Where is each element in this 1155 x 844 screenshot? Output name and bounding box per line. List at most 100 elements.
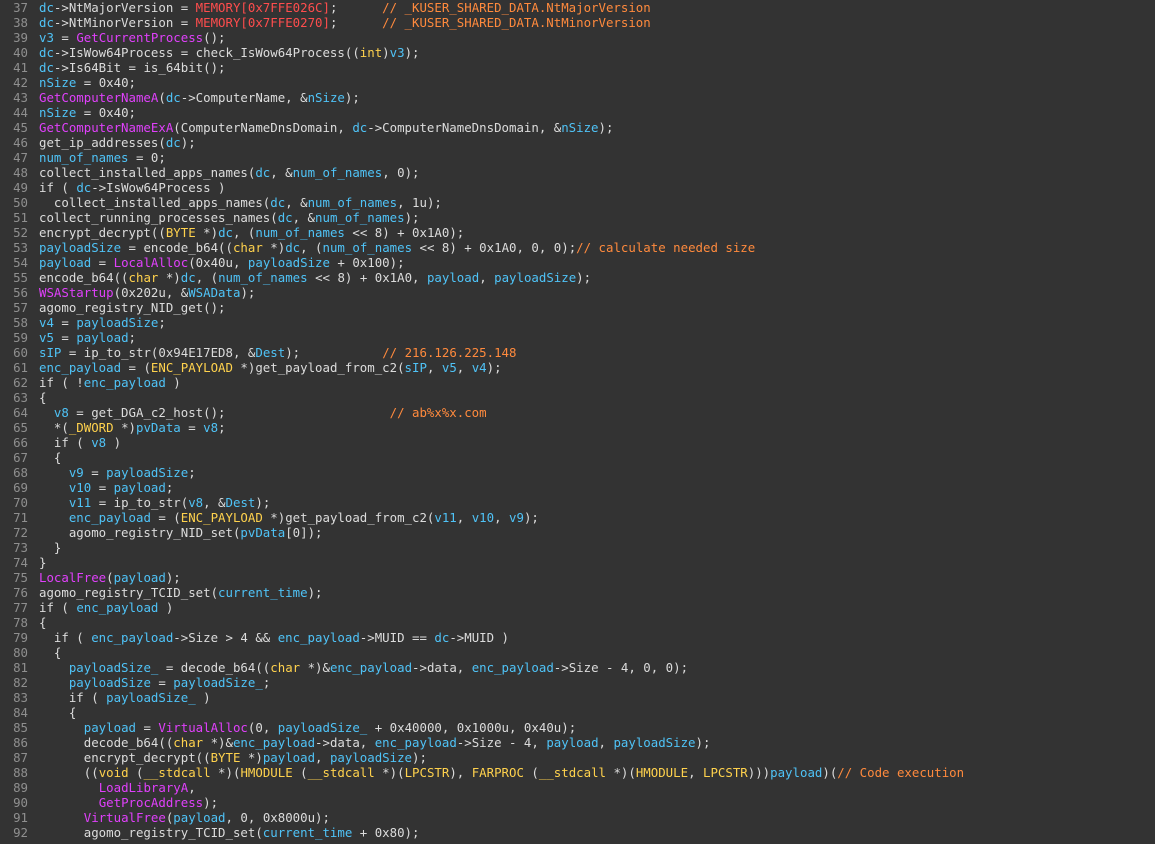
memory-token[interactable]: MEMORY[0x7FFE026C] [196, 0, 330, 15]
variable-token[interactable]: dc [278, 210, 293, 225]
comment-token[interactable]: // _KUSER_SHARED_DATA.NtMajorVersion [382, 0, 651, 15]
type-token[interactable]: void [99, 765, 129, 780]
code-line[interactable]: 48 collect_installed_apps_names(dc, &num_… [0, 165, 1155, 180]
variable-token[interactable]: enc_payload [233, 735, 315, 750]
code-line[interactable]: 52 encrypt_decrypt((BYTE *)dc, (num_of_na… [0, 225, 1155, 240]
variable-token[interactable]: dc [76, 180, 91, 195]
code-line[interactable]: 43 GetComputerNameA(dc->ComputerName, &nS… [0, 90, 1155, 105]
variable-token[interactable]: v4 [472, 360, 487, 375]
variable-token[interactable]: pvData [240, 525, 285, 540]
variable-token[interactable]: v9 [509, 510, 524, 525]
comment-token[interactable]: // ab%x%x.com [390, 405, 487, 420]
code-line[interactable]: 55 encode_b64((char *)dc, (num_of_names <… [0, 270, 1155, 285]
type-token[interactable]: HMODULE [240, 765, 292, 780]
variable-token[interactable]: payload [39, 255, 91, 270]
code-line[interactable]: 71 enc_payload = (ENC_PAYLOAD *)get_payl… [0, 510, 1155, 525]
code-line[interactable]: 59 v5 = payload; [0, 330, 1155, 345]
code-line[interactable]: 44 nSize = 0x40; [0, 105, 1155, 120]
comment-token[interactable]: // _KUSER_SHARED_DATA.NtMinorVersion [382, 15, 651, 30]
code-line[interactable]: 69 v10 = payload; [0, 480, 1155, 495]
code-line[interactable]: 60 sIP = ip_to_str(0x94E17ED8, &Dest); //… [0, 345, 1155, 360]
variable-token[interactable]: payloadSize_ [278, 720, 368, 735]
code-line[interactable]: 45 GetComputerNameExA(ComputerNameDnsDoma… [0, 120, 1155, 135]
api-function-token[interactable]: LocalFree [39, 570, 106, 585]
variable-token[interactable]: enc_payload [330, 660, 412, 675]
variable-token[interactable]: payload [114, 570, 166, 585]
variable-token[interactable]: v9 [69, 465, 84, 480]
type-token[interactable]: char [173, 735, 203, 750]
code-line[interactable]: 82 payloadSize = payloadSize_; [0, 675, 1155, 690]
variable-token[interactable]: num_of_names [293, 165, 383, 180]
code-line[interactable]: 78 { [0, 615, 1155, 630]
code-line[interactable]: 75 LocalFree(payload); [0, 570, 1155, 585]
variable-token[interactable]: enc_payload [39, 360, 121, 375]
variable-token[interactable]: payloadSize [106, 465, 188, 480]
type-token[interactable]: __stdcall [308, 765, 375, 780]
api-function-token[interactable]: VirtualFree [84, 810, 166, 825]
comment-token[interactable]: // Code execution [837, 765, 964, 780]
type-token[interactable]: BYTE [166, 225, 196, 240]
variable-token[interactable]: enc_payload [375, 735, 457, 750]
variable-token[interactable]: payload [114, 480, 166, 495]
code-line[interactable]: 70 v11 = ip_to_str(v8, &Dest); [0, 495, 1155, 510]
api-function-token[interactable]: VirtualAlloc [158, 720, 248, 735]
type-token[interactable]: BYTE [211, 750, 241, 765]
code-line[interactable]: 67 { [0, 450, 1155, 465]
code-line[interactable]: 74} [0, 555, 1155, 570]
variable-token[interactable]: nSize [39, 105, 76, 120]
variable-token[interactable]: nSize [39, 75, 76, 90]
variable-token[interactable]: v8 [91, 435, 106, 450]
api-function-token[interactable]: LocalAlloc [114, 255, 189, 270]
type-token[interactable]: LPCSTR [405, 765, 450, 780]
comment-token[interactable]: // calculate needed size [576, 240, 755, 255]
variable-token[interactable]: v11 [434, 510, 456, 525]
variable-token[interactable]: payloadSize [248, 255, 330, 270]
variable-token[interactable]: dc [166, 135, 181, 150]
variable-token[interactable]: payloadSize_ [69, 660, 159, 675]
code-line[interactable]: 42 nSize = 0x40; [0, 75, 1155, 90]
variable-token[interactable]: v8 [188, 495, 203, 510]
variable-token[interactable]: v3 [39, 30, 54, 45]
variable-token[interactable]: payloadSize [494, 270, 576, 285]
code-line[interactable]: 77 if ( enc_payload ) [0, 600, 1155, 615]
variable-token[interactable]: enc_payload [69, 510, 151, 525]
variable-token[interactable]: v11 [69, 495, 91, 510]
code-line[interactable]: 40 dc->IsWow64Process = check_IsWow64Proc… [0, 45, 1155, 60]
variable-token[interactable]: dc [39, 60, 54, 75]
variable-token[interactable]: current_time [263, 825, 353, 840]
variable-token[interactable]: payload [770, 765, 822, 780]
variable-token[interactable]: payload [173, 810, 225, 825]
variable-token[interactable]: num_of_names [255, 225, 345, 240]
variable-token[interactable]: v8 [203, 420, 218, 435]
type-token[interactable]: LPCSTR [703, 765, 748, 780]
type-token[interactable]: __stdcall [143, 765, 210, 780]
code-line[interactable]: 54 payload = LocalAlloc(0x40u, payloadSiz… [0, 255, 1155, 270]
variable-token[interactable]: enc_payload [84, 375, 166, 390]
variable-token[interactable]: dc [434, 630, 449, 645]
api-function-token[interactable]: GetProcAddress [99, 795, 203, 810]
type-token[interactable]: int [360, 45, 382, 60]
variable-token[interactable]: v3 [390, 45, 405, 60]
variable-token[interactable]: v5 [39, 330, 54, 345]
variable-token[interactable]: pvData [136, 420, 181, 435]
type-token[interactable]: char [270, 660, 300, 675]
code-line[interactable]: 65 *(_DWORD *)pvData = v8; [0, 420, 1155, 435]
code-line[interactable]: 73 } [0, 540, 1155, 555]
variable-token[interactable]: WSAData [188, 285, 240, 300]
pseudocode-view[interactable]: 37 dc->NtMajorVersion = MEMORY[0x7FFE026C… [0, 0, 1155, 844]
code-line[interactable]: 66 if ( v8 ) [0, 435, 1155, 450]
variable-token[interactable]: payloadSize_ [106, 690, 196, 705]
variable-token[interactable]: dc [39, 45, 54, 60]
variable-token[interactable]: payloadSize [613, 735, 695, 750]
variable-token[interactable]: num_of_names [308, 195, 398, 210]
api-function-token[interactable]: GetComputerNameExA [39, 120, 173, 135]
code-line[interactable]: 57 agomo_registry_NID_get(); [0, 300, 1155, 315]
code-line[interactable]: 37 dc->NtMajorVersion = MEMORY[0x7FFE026C… [0, 0, 1155, 15]
api-function-token[interactable]: LoadLibraryA [99, 780, 189, 795]
variable-token[interactable]: v10 [472, 510, 494, 525]
code-line[interactable]: 39 v3 = GetCurrentProcess(); [0, 30, 1155, 45]
code-line[interactable]: 47 num_of_names = 0; [0, 150, 1155, 165]
code-line[interactable]: 64 v8 = get_DGA_c2_host(); // ab%x%x.com [0, 405, 1155, 420]
type-token[interactable]: FARPROC [472, 765, 524, 780]
code-line[interactable]: 79 if ( enc_payload->Size > 4 && enc_pay… [0, 630, 1155, 645]
